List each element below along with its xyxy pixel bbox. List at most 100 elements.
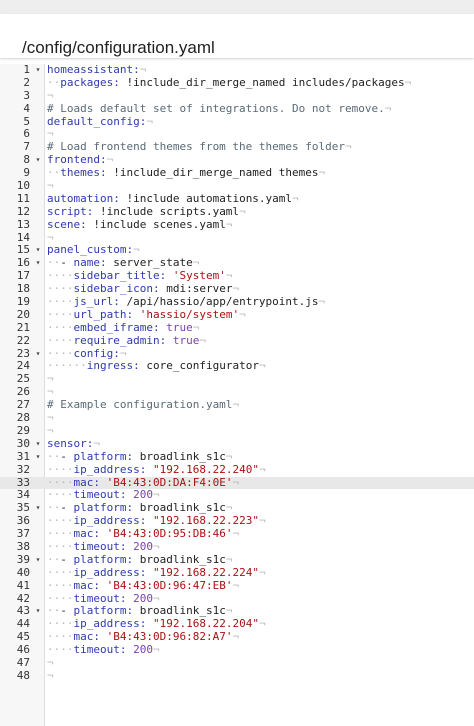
yaml-string: 'B4:43:0D:96:82:A7'	[100, 630, 233, 644]
list-dash: -	[60, 501, 74, 515]
list-dash: -	[60, 449, 74, 463]
eol-marker: ¬	[119, 346, 127, 360]
eol-marker: ¬	[225, 449, 233, 463]
indent-marker: ····	[47, 475, 74, 489]
fold-toggle-icon[interactable]: ▾	[33, 244, 43, 257]
indent-marker: ····	[47, 346, 74, 360]
eol-marker: ¬	[239, 204, 246, 218]
yaml-key: ip_address:	[73, 617, 147, 631]
code-line[interactable]: 28 ¬	[0, 411, 474, 425]
indent-marker: ····	[47, 539, 74, 553]
code-line[interactable]: 2 ··packages: !include_dir_merge_named in…	[0, 76, 474, 90]
indent-marker: ··	[47, 256, 61, 270]
indent-marker: ····	[47, 617, 74, 631]
indent-marker: ··	[47, 552, 61, 566]
line-number: 4	[23, 101, 30, 115]
eol-marker: ¬	[225, 217, 233, 231]
yaml-key: homeassistant:	[47, 63, 140, 76]
eol-marker: ¬	[152, 539, 160, 553]
fold-toggle-icon[interactable]: ▾	[33, 451, 43, 464]
code-line[interactable]: 9 ··themes: !include_dir_merge_named them…	[0, 166, 474, 180]
code-line[interactable]: 13 scene: !include scenes.yaml¬	[0, 217, 474, 232]
indent-marker: ··	[47, 166, 61, 180]
code-text: scene: !include scenes.yaml¬	[47, 217, 233, 232]
code-text: ······ingress: core_configurator¬	[47, 360, 266, 373]
eol-marker: ¬	[232, 630, 240, 644]
yaml-key: platform:	[73, 501, 134, 515]
yaml-key: default_config:	[47, 114, 147, 128]
yaml-key: sidebar_title:	[73, 269, 167, 283]
line-number: 12	[16, 204, 30, 218]
code-line[interactable]: 24 ······ingress: core_configurator¬	[0, 360, 474, 373]
indent-marker: ····	[47, 307, 74, 321]
yaml-key: url_path:	[73, 307, 134, 321]
eol-marker: ¬	[152, 488, 160, 502]
indent-marker: ····	[47, 514, 74, 528]
eol-marker: ¬	[47, 127, 54, 141]
list-dash: -	[60, 256, 74, 270]
yaml-value: !include_dir_merge_named themes	[106, 166, 319, 180]
yaml-key: ingress:	[86, 359, 140, 373]
fold-toggle-icon[interactable]: ▾	[33, 554, 43, 567]
fold-toggle-icon[interactable]: ▾	[33, 502, 43, 515]
yaml-key: require_admin:	[73, 333, 167, 347]
yaml-key: timeout:	[73, 539, 127, 553]
yaml-key: mac:	[73, 630, 101, 644]
fold-toggle-icon[interactable]: ▾	[33, 605, 43, 618]
code-text: ··packages: !include_dir_merge_named inc…	[47, 76, 411, 90]
eol-marker: ¬	[152, 643, 160, 657]
yaml-value: broadlink_s1c	[133, 501, 226, 515]
code-line[interactable]: 48 ¬	[0, 668, 474, 683]
fold-toggle-icon[interactable]: ▾	[33, 154, 43, 167]
eol-marker: ¬	[47, 385, 54, 399]
fold-toggle-icon[interactable]: ▾	[33, 257, 43, 270]
code-line[interactable]: 46 ····timeout: 200¬	[0, 643, 474, 657]
yaml-key: timeout:	[73, 643, 127, 657]
list-dash: -	[60, 552, 74, 566]
eol-marker: ¬	[47, 668, 54, 682]
fold-toggle-icon[interactable]: ▾	[33, 438, 43, 451]
line-number: 38	[16, 539, 30, 553]
eol-marker: ¬	[192, 320, 200, 334]
yaml-string: "192.168.22.223"	[146, 514, 259, 528]
eol-marker: ¬	[258, 565, 266, 579]
code-line[interactable]: 5 default_config:¬	[0, 114, 474, 129]
yaml-key: platform:	[73, 449, 134, 463]
fold-toggle-icon[interactable]: ▾	[33, 64, 43, 77]
code-editor[interactable]: 1 ▾ homeassistant:¬ 2 ··packages: !include_d…	[0, 63, 474, 726]
yaml-key: ip_address:	[73, 462, 147, 476]
indent-marker: ··	[47, 449, 61, 463]
fold-toggle-icon[interactable]: ▾	[33, 348, 43, 361]
indent-marker: ····	[47, 527, 74, 541]
code-line[interactable]: 27 # Example configuration.yaml¬	[0, 398, 474, 412]
yaml-key: platform:	[73, 552, 134, 566]
line-number: 47	[16, 655, 30, 669]
indent-marker: ····	[47, 630, 74, 644]
eol-marker: ¬	[47, 655, 54, 669]
yaml-key: script:	[47, 204, 94, 218]
line-number: 32	[16, 462, 30, 476]
eol-marker: ¬	[152, 591, 160, 605]
comment: # Example configuration.yaml	[47, 398, 233, 412]
eol-marker: ¬	[133, 243, 140, 257]
yaml-literal: 200	[126, 539, 153, 553]
yaml-key: mac:	[73, 578, 101, 592]
code-text: ····timeout: 200¬	[47, 643, 160, 657]
line-number: 11	[16, 191, 30, 205]
eol-marker: ¬	[47, 411, 54, 425]
code-line[interactable]: 25 ¬	[0, 372, 474, 386]
eol-marker: ¬	[199, 333, 206, 347]
line-number: 21	[16, 320, 30, 334]
yaml-key: themes:	[60, 166, 107, 180]
indent-marker: ····	[47, 282, 74, 296]
indent-marker: ····	[47, 295, 74, 309]
eol-marker: ¬	[345, 140, 352, 154]
yaml-string: "192.168.22.204"	[146, 617, 259, 631]
yaml-key: config:	[73, 346, 120, 360]
code-line[interactable]: 47 ¬	[0, 655, 474, 670]
line-number: 31	[16, 449, 30, 463]
code-lines[interactable]: 1 ▾ homeassistant:¬ 2 ··packages: !include_d…	[0, 63, 474, 683]
line-number: 22	[16, 333, 30, 347]
eol-marker: ¬	[318, 295, 326, 309]
line-number: 19	[16, 295, 30, 309]
